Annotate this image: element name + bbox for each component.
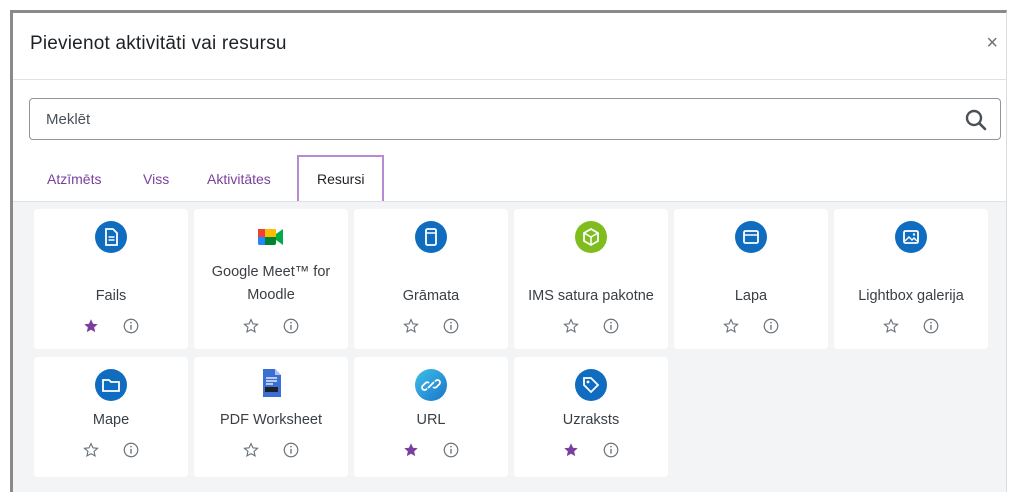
tab-activities[interactable]: Aktivitātes: [207, 155, 271, 203]
google-meet-icon: [258, 229, 283, 245]
folder-icon: [95, 369, 127, 401]
star-outline-icon[interactable]: [242, 441, 260, 459]
item-card-fails[interactable]: Fails: [34, 209, 188, 349]
item-card-google-meet[interactable]: Google Meet™ for Moodle: [194, 209, 348, 349]
tab-resources[interactable]: Resursi: [297, 155, 385, 203]
info-icon[interactable]: [442, 317, 460, 335]
item-actions: [34, 441, 188, 465]
pdf-worksheet-icon: [263, 369, 281, 397]
item-card-pdf-worksheet[interactable]: PDF Worksheet: [194, 357, 348, 477]
info-icon[interactable]: [282, 441, 300, 459]
item-actions: [34, 317, 188, 341]
package-icon: [575, 221, 607, 253]
star-filled-icon[interactable]: [402, 441, 420, 459]
star-outline-icon[interactable]: [402, 317, 420, 335]
item-actions: [514, 441, 668, 465]
item-name: Google Meet™ for Moodle: [211, 264, 331, 303]
item-card-gramata[interactable]: Grāmata: [354, 209, 508, 349]
item-card-lightbox-gallery[interactable]: Lightbox galerija: [834, 209, 988, 349]
item-name: Fails: [95, 288, 127, 304]
item-name: Uzraksts: [562, 412, 620, 428]
item-name: Grāmata: [402, 288, 460, 304]
search-input[interactable]: [30, 99, 930, 139]
info-icon[interactable]: [122, 441, 140, 459]
label-icon: [575, 369, 607, 401]
item-name: URL: [416, 412, 446, 428]
item-name: Lapa: [734, 288, 768, 304]
file-icon: [95, 221, 127, 253]
page-icon: [735, 221, 767, 253]
item-card-uzraksts[interactable]: Uzraksts: [514, 357, 668, 477]
tab-bar: Atzīmēts Viss Aktivitātes Resursi: [29, 155, 1006, 203]
star-outline-icon[interactable]: [722, 317, 740, 335]
star-filled-icon[interactable]: [82, 317, 100, 335]
item-card-ims-package[interactable]: IMS satura pakotne: [514, 209, 668, 349]
info-icon[interactable]: [442, 441, 460, 459]
add-activity-dialog: Pievienot aktivitāti vai resursu × Atzīm…: [10, 10, 1007, 492]
item-actions: [514, 317, 668, 341]
star-outline-icon[interactable]: [82, 441, 100, 459]
tab-all[interactable]: Viss: [143, 155, 169, 203]
dialog-header: Pievienot aktivitāti vai resursu ×: [13, 13, 1006, 80]
item-actions: [194, 317, 348, 341]
item-actions: [834, 317, 988, 341]
search-icon[interactable]: [964, 108, 988, 132]
info-icon[interactable]: [762, 317, 780, 335]
item-actions: [674, 317, 828, 341]
star-filled-icon[interactable]: [562, 441, 580, 459]
star-outline-icon[interactable]: [562, 317, 580, 335]
item-actions: [354, 441, 508, 465]
star-outline-icon[interactable]: [882, 317, 900, 335]
dialog-title: Pievienot aktivitāti vai resursu: [30, 33, 287, 54]
info-icon[interactable]: [602, 317, 620, 335]
star-outline-icon[interactable]: [242, 317, 260, 335]
info-icon[interactable]: [282, 317, 300, 335]
item-card-lapa[interactable]: Lapa: [674, 209, 828, 349]
search-box: [29, 98, 1001, 140]
gallery-icon: [895, 221, 927, 253]
item-card-mape[interactable]: Mape: [34, 357, 188, 477]
items-grid: Fails Google Meet™ for Moodle Grāmata IM…: [13, 202, 1006, 492]
info-icon[interactable]: [922, 317, 940, 335]
item-name: Lightbox galerija: [858, 288, 964, 304]
item-name: Mape: [92, 412, 130, 428]
item-actions: [354, 317, 508, 341]
item-name: PDF Worksheet: [219, 412, 323, 428]
item-name: IMS satura pakotne: [528, 288, 654, 304]
info-icon[interactable]: [122, 317, 140, 335]
book-icon: [415, 221, 447, 253]
tab-starred[interactable]: Atzīmēts: [47, 155, 101, 203]
close-icon[interactable]: ×: [986, 33, 998, 53]
item-card-url[interactable]: URL: [354, 357, 508, 477]
item-actions: [194, 441, 348, 465]
link-icon: [415, 369, 447, 401]
info-icon[interactable]: [602, 441, 620, 459]
